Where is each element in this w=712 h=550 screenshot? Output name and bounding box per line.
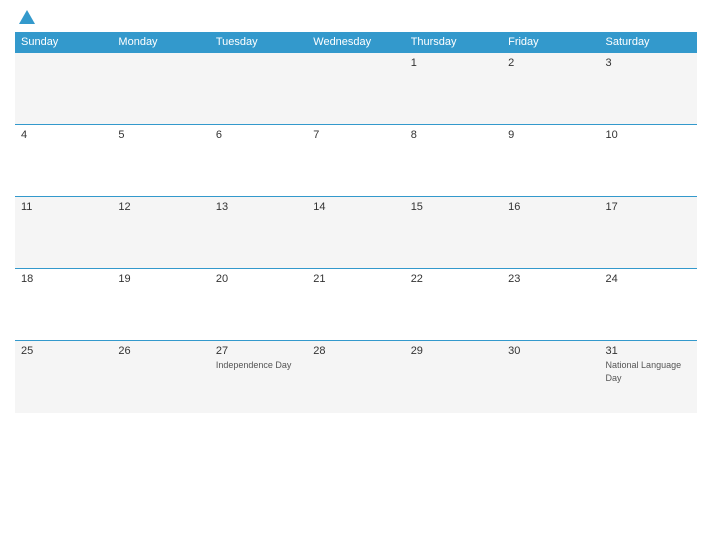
calendar-day-cell: 30 [502, 341, 599, 413]
calendar-page: SundayMondayTuesdayWednesdayThursdayFrid… [0, 0, 712, 550]
day-of-week-header: Saturday [600, 32, 697, 53]
day-number: 24 [606, 273, 691, 285]
calendar-week-row: 12 3 [15, 53, 697, 125]
day-number: 21 [313, 273, 398, 285]
calendar-day-cell: 16 [502, 197, 599, 269]
calendar-day-cell [15, 53, 112, 125]
logo [15, 10, 39, 24]
calendar-day-cell: 24 [600, 269, 697, 341]
day-number: 30 [508, 345, 593, 357]
day-of-week-header: Wednesday [307, 32, 404, 53]
calendar-day-cell: 4 [15, 125, 112, 197]
calendar-day-cell: 17 [600, 197, 697, 269]
calendar-week-row: 25 26 27 Independence Day 28 29 30 31 National L… [15, 341, 697, 413]
calendar-day-cell: 3 [600, 53, 697, 125]
day-number: 1 [411, 57, 496, 69]
day-number: 8 [411, 129, 496, 141]
day-number: 28 [313, 345, 398, 357]
day-of-week-header: Monday [112, 32, 209, 53]
day-number: 20 [216, 273, 301, 285]
day-number: 14 [313, 201, 398, 213]
calendar-day-cell [210, 53, 307, 125]
calendar-day-cell: 5 [112, 125, 209, 197]
calendar-day-cell: 20 [210, 269, 307, 341]
logo-triangle-icon [19, 10, 35, 24]
day-number: 2 [508, 57, 593, 69]
calendar-day-cell: 8 [405, 125, 502, 197]
day-number: 3 [606, 57, 691, 69]
day-number: 9 [508, 129, 593, 141]
calendar-day-cell: 18 [15, 269, 112, 341]
calendar-day-cell: 28 [307, 341, 404, 413]
header [15, 10, 697, 24]
calendar-day-cell: 12 [112, 197, 209, 269]
calendar-day-cell: 15 [405, 197, 502, 269]
calendar-day-cell [307, 53, 404, 125]
calendar-day-cell: 6 [210, 125, 307, 197]
calendar-day-cell: 23 [502, 269, 599, 341]
calendar-day-cell: 26 [112, 341, 209, 413]
day-number: 15 [411, 201, 496, 213]
day-number: 27 [216, 345, 301, 357]
day-number: 19 [118, 273, 203, 285]
day-of-week-header: Tuesday [210, 32, 307, 53]
day-number: 25 [21, 345, 106, 357]
day-of-week-header: Friday [502, 32, 599, 53]
calendar-day-cell: 27 Independence Day [210, 341, 307, 413]
calendar-day-cell: 10 [600, 125, 697, 197]
calendar-day-cell [112, 53, 209, 125]
calendar-day-cell: 11 [15, 197, 112, 269]
day-number: 22 [411, 273, 496, 285]
calendar-day-cell: 25 [15, 341, 112, 413]
holiday-label: National Language Day [606, 360, 682, 383]
calendar-week-row: 18 19 20 21 22 23 24 [15, 269, 697, 341]
calendar-day-cell: 22 [405, 269, 502, 341]
day-number: 6 [216, 129, 301, 141]
day-number: 29 [411, 345, 496, 357]
calendar-header-row: SundayMondayTuesdayWednesdayThursdayFrid… [15, 32, 697, 53]
calendar-day-cell: 9 [502, 125, 599, 197]
day-number: 13 [216, 201, 301, 213]
calendar-day-cell: 7 [307, 125, 404, 197]
calendar-day-cell: 13 [210, 197, 307, 269]
day-number: 10 [606, 129, 691, 141]
day-number: 7 [313, 129, 398, 141]
calendar-day-cell: 29 [405, 341, 502, 413]
day-number: 5 [118, 129, 203, 141]
calendar-day-cell: 1 [405, 53, 502, 125]
calendar-day-cell: 31 National Language Day [600, 341, 697, 413]
day-number: 12 [118, 201, 203, 213]
day-number: 16 [508, 201, 593, 213]
calendar-table: SundayMondayTuesdayWednesdayThursdayFrid… [15, 32, 697, 413]
calendar-day-cell: 2 [502, 53, 599, 125]
calendar-day-cell: 14 [307, 197, 404, 269]
day-number: 18 [21, 273, 106, 285]
day-number: 23 [508, 273, 593, 285]
calendar-week-row: 11 12 13 14 15 16 17 [15, 197, 697, 269]
day-number: 17 [606, 201, 691, 213]
calendar-day-cell: 19 [112, 269, 209, 341]
day-number: 31 [606, 345, 691, 357]
day-of-week-header: Sunday [15, 32, 112, 53]
day-number: 26 [118, 345, 203, 357]
holiday-label: Independence Day [216, 360, 292, 370]
day-number: 11 [21, 201, 106, 213]
day-number: 4 [21, 129, 106, 141]
day-of-week-header: Thursday [405, 32, 502, 53]
calendar-week-row: 45 67 89 10 [15, 125, 697, 197]
calendar-day-cell: 21 [307, 269, 404, 341]
